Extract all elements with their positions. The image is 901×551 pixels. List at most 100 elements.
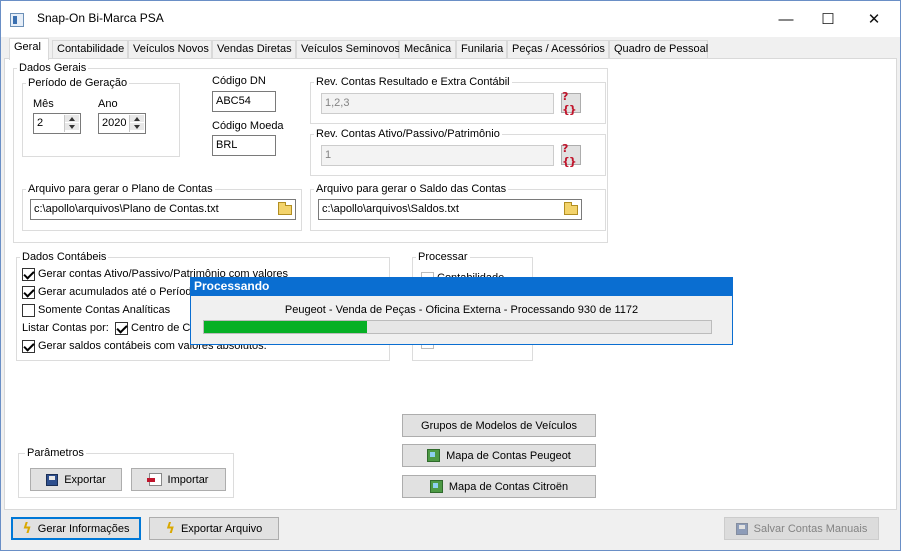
lightning-icon: ϟ	[22, 520, 32, 537]
centro-custo-label: Centro de Cu	[131, 322, 197, 334]
tab-quadro-pessoal[interactable]: Quadro de Pessoal	[609, 40, 708, 59]
exportar-arquivo-button[interactable]: ϟ Exportar Arquivo	[149, 517, 279, 540]
saldo-contas-browse-button[interactable]	[560, 200, 581, 219]
dialog-title: Processando	[191, 278, 732, 296]
mes-input[interactable]: 2	[33, 113, 81, 134]
plano-contas-input[interactable]: c:\apollo\arquivos\Plano de Contas.txt	[30, 199, 296, 220]
ano-value: 2020	[102, 117, 127, 129]
folder-icon	[277, 201, 292, 215]
tab-pecas-acessorios[interactable]: Peças / Acessórios	[507, 40, 609, 59]
dados-contabeis-title: Dados Contábeis	[20, 251, 109, 263]
rev-ativo-input[interactable]: 1	[321, 145, 554, 166]
rev-ativo-group: Rev. Contas Ativo/Passivo/Patrimônio 1 ?…	[310, 128, 606, 176]
maximize-button[interactable]: ☐	[805, 2, 851, 36]
spin-up-icon[interactable]	[65, 115, 79, 123]
tab-strip: Geral Contabilidade Veículos Novos Venda…	[1, 38, 900, 60]
exportar-arquivo-label: Exportar Arquivo	[180, 522, 263, 535]
salvar-contas-manuais-button: Salvar Contas Manuais	[724, 517, 879, 540]
tab-funilaria[interactable]: Funilaria	[456, 40, 507, 59]
ano-spinner[interactable]	[129, 115, 144, 132]
mapa-citroen-button[interactable]: Mapa de Contas Citroën	[402, 475, 596, 498]
gerar-informacoes-button[interactable]: ϟ Gerar Informações	[11, 517, 141, 540]
plano-contas-browse-button[interactable]	[274, 200, 295, 219]
salvar-contas-label: Salvar Contas Manuais	[753, 522, 868, 535]
saldo-contas-label: Arquivo para gerar o Saldo das Contas	[314, 183, 509, 195]
rev-resultado-group: Rev. Contas Resultado e Extra Contábil 1…	[310, 76, 606, 124]
spin-down-icon[interactable]	[130, 123, 144, 131]
exportar-button[interactable]: Exportar	[30, 468, 122, 491]
rev-ativo-help-button[interactable]: ?{}	[561, 142, 581, 168]
saldo-contas-input[interactable]: c:\apollo\arquivos\Saldos.txt	[318, 199, 582, 220]
help-icon: ?{}	[562, 90, 577, 116]
progress-bar	[203, 320, 712, 334]
tab-veiculos-seminovos[interactable]: Veículos Seminovos	[296, 40, 400, 59]
rev-ativo-label: Rev. Contas Ativo/Passivo/Patrimônio	[314, 128, 502, 140]
ano-input[interactable]: 2020	[98, 113, 146, 134]
centro-custo-checkbox[interactable]	[115, 322, 128, 335]
save-disk-icon	[46, 473, 59, 486]
codigo-dn-label: Código DN	[212, 75, 266, 87]
ano-label: Ano	[98, 98, 118, 110]
somente-analiticas-label: Somente Contas Analíticas	[38, 304, 171, 316]
tab-veiculos-novos[interactable]: Veículos Novos	[128, 40, 212, 59]
tab-contabilidade[interactable]: Contabilidade	[52, 40, 128, 59]
folder-icon	[563, 201, 578, 215]
plano-contas-label: Arquivo para gerar o Plano de Contas	[26, 183, 215, 195]
close-button[interactable]: ✕	[851, 2, 897, 36]
tab-mecanica[interactable]: Mecânica	[399, 40, 456, 59]
window-title: Snap-On Bi-Marca PSA	[37, 11, 164, 25]
parametros-title: Parâmetros	[25, 447, 86, 459]
app-icon	[10, 13, 24, 27]
map-icon	[427, 449, 441, 462]
periodo-title: Período de Geração	[26, 77, 130, 89]
mapa-peugeot-button[interactable]: Mapa de Contas Peugeot	[402, 444, 596, 467]
saldos-absolutos-checkbox[interactable]	[22, 340, 35, 353]
rev-resultado-help-button[interactable]: ?{}	[561, 90, 581, 116]
title-bar[interactable]: Snap-On Bi-Marca PSA — ☐ ✕	[1, 1, 900, 37]
somente-analiticas-checkbox[interactable]	[22, 304, 35, 317]
gerar-acumulados-checkbox[interactable]	[22, 286, 35, 299]
mes-spinner[interactable]	[64, 115, 79, 132]
gerar-informacoes-label: Gerar Informações	[37, 522, 130, 535]
saldo-contas-value: c:\apollo\arquivos\Saldos.txt	[322, 203, 459, 215]
processar-title: Processar	[416, 251, 470, 263]
gerar-contas-ativo-checkbox[interactable]	[22, 268, 35, 281]
tab-vendas-diretas[interactable]: Vendas Diretas	[212, 40, 296, 59]
grupos-modelos-button[interactable]: Grupos de Modelos de Veículos	[402, 414, 596, 437]
plano-contas-group: Arquivo para gerar o Plano de Contas c:\…	[22, 183, 302, 231]
tab-geral[interactable]: Geral	[9, 38, 49, 60]
dialog-message: Peugeot - Venda de Peças - Oficina Exter…	[284, 304, 639, 316]
gerar-acumulados-label: Gerar acumulados até o Período	[38, 286, 198, 298]
import-icon	[146, 473, 162, 486]
mes-value: 2	[37, 117, 44, 129]
minimize-button[interactable]: —	[763, 2, 809, 36]
codigo-moeda-label: Código Moeda	[212, 120, 284, 132]
dados-gerais-group: Dados Gerais Período de Geração Mês 2 An…	[13, 62, 608, 243]
rev-resultado-label: Rev. Contas Resultado e Extra Contábil	[314, 76, 512, 88]
saldo-contas-group: Arquivo para gerar o Saldo das Contas c:…	[310, 183, 606, 231]
main-window: Snap-On Bi-Marca PSA — ☐ ✕ Geral Contabi…	[0, 0, 901, 551]
mes-label: Mês	[33, 98, 54, 110]
save-disk-icon	[735, 522, 748, 535]
importar-button[interactable]: Importar	[131, 468, 226, 491]
importar-label: Importar	[167, 473, 209, 486]
spin-up-icon[interactable]	[130, 115, 144, 123]
map-icon	[429, 480, 443, 493]
mapa-peugeot-label: Mapa de Contas Peugeot	[446, 449, 571, 462]
periodo-group: Período de Geração Mês 2 Ano 2020	[22, 77, 180, 157]
parametros-group: Parâmetros Exportar Importar	[18, 447, 234, 498]
progress-fill	[204, 321, 367, 333]
exportar-label: Exportar	[64, 473, 106, 486]
mapa-citroen-label: Mapa de Contas Citroën	[448, 480, 569, 493]
listar-contas-label: Listar Contas por:	[22, 322, 109, 334]
help-icon: ?{}	[562, 142, 577, 168]
codigo-moeda-input[interactable]: BRL	[212, 135, 276, 156]
grupos-modelos-label: Grupos de Modelos de Veículos	[421, 419, 577, 432]
rev-resultado-input[interactable]: 1,2,3	[321, 93, 554, 114]
codigo-dn-input[interactable]: ABC54	[212, 91, 276, 112]
dados-gerais-title: Dados Gerais	[17, 62, 89, 74]
spin-down-icon[interactable]	[65, 123, 79, 131]
plano-contas-value: c:\apollo\arquivos\Plano de Contas.txt	[34, 203, 219, 215]
lightning-icon: ϟ	[165, 520, 175, 537]
processing-dialog: Processando Peugeot - Venda de Peças - O…	[190, 277, 733, 345]
